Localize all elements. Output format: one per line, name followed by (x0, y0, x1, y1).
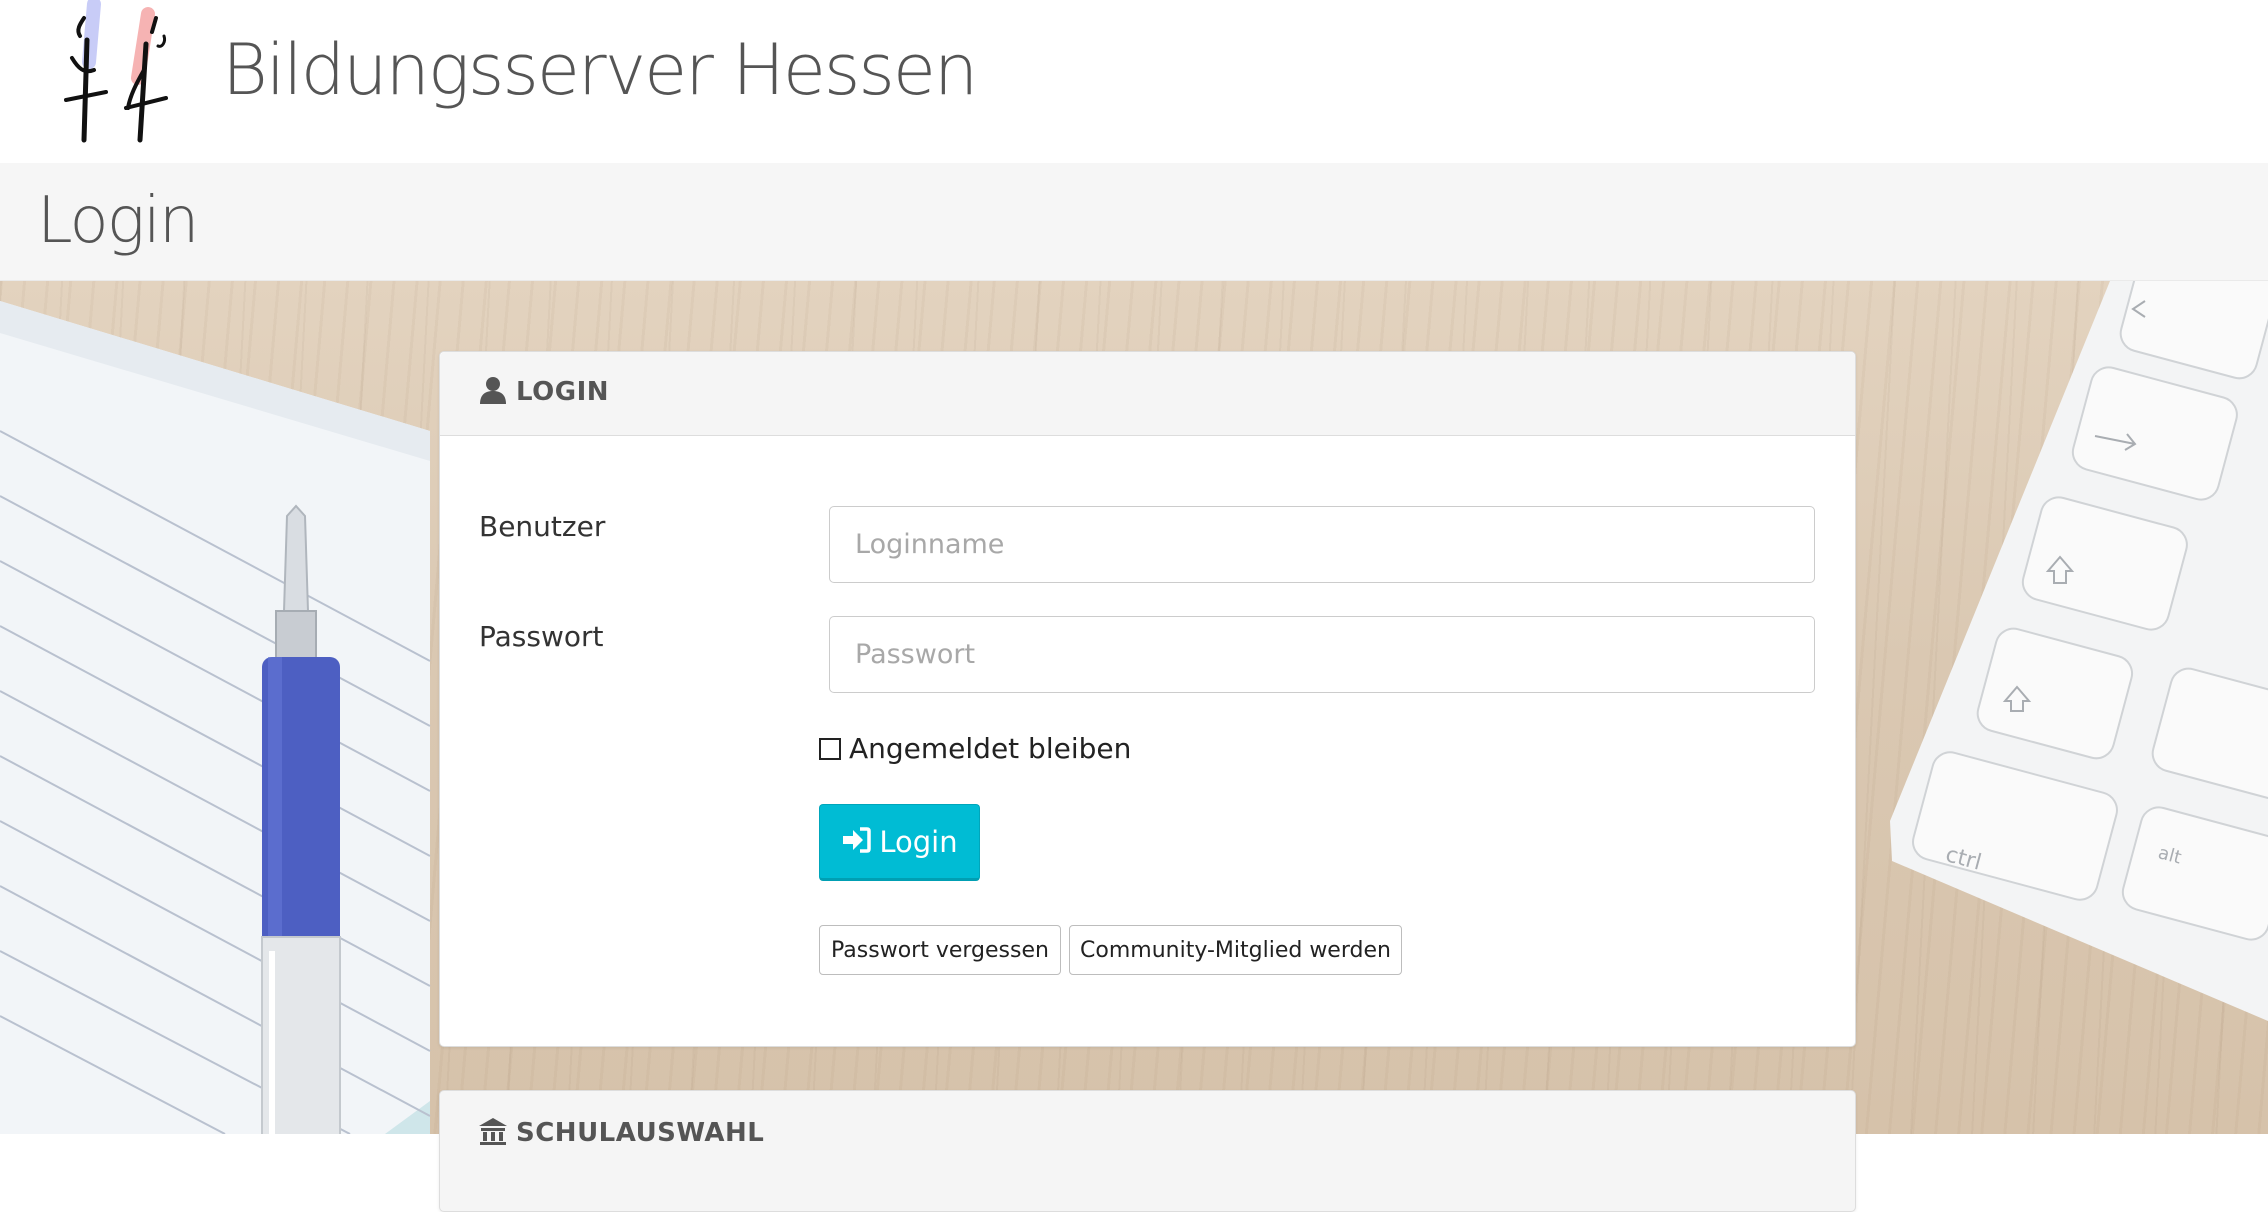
site-header: Bildungsserver Hessen (0, 0, 2268, 163)
login-button[interactable]: Login (819, 804, 980, 881)
forgot-password-button[interactable]: Passwort vergessen (819, 925, 1061, 975)
school-select-card: SCHULAUSWAHL (439, 1090, 1856, 1212)
become-member-button[interactable]: Community-Mitglied werden (1069, 925, 1402, 975)
login-button-label: Login (879, 824, 958, 859)
remember-me-label[interactable]: Angemeldet bleiben (849, 732, 1131, 765)
login-card: LOGIN Benutzer Passwort Angemeldet bleib… (439, 351, 1856, 1047)
sign-in-icon (841, 826, 872, 857)
user-icon (478, 376, 508, 408)
site-title[interactable]: Bildungsserver Hessen (222, 22, 978, 118)
notebook-illustration (0, 301, 431, 1134)
remember-me-checkbox[interactable] (819, 737, 841, 760)
page-title: Login (37, 184, 199, 258)
page-title-bar: Login (0, 163, 2268, 281)
login-card-title: LOGIN (516, 377, 610, 407)
institution-icon (478, 1117, 508, 1149)
remember-me-row[interactable]: Angemeldet bleiben (819, 732, 1131, 765)
keyboard-illustration: ctrl alt (1890, 281, 2268, 1021)
school-select-title: SCHULAUSWAHL (516, 1118, 765, 1148)
bildungsserver-logo-icon[interactable] (56, 0, 186, 150)
username-input[interactable] (829, 506, 1815, 583)
user-label: Benutzer (479, 510, 606, 543)
login-card-header: LOGIN (440, 352, 1855, 436)
password-input[interactable] (829, 616, 1815, 693)
password-label: Passwort (479, 620, 604, 653)
